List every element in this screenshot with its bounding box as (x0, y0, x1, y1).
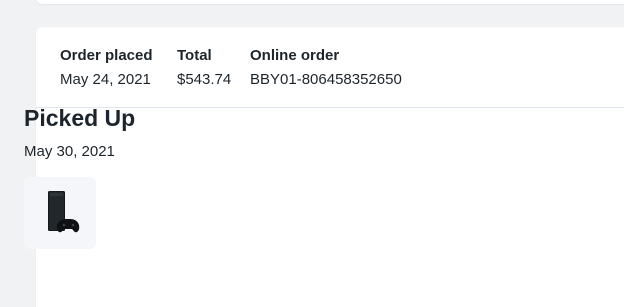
fulfillment-status: Picked Up May 30, 2021 (24, 104, 135, 161)
order-total-column: Total $543.74 (177, 47, 231, 89)
order-placed-date: May 24, 2021 (60, 71, 151, 88)
product-thumbnail[interactable] (24, 177, 96, 249)
online-order-label: Online order (250, 47, 340, 64)
previous-order-card (36, 0, 624, 4)
order-placed-label: Order placed (60, 47, 153, 64)
order-card: Order placed May 24, 2021 Total $543.74 … (36, 27, 624, 307)
status-date: May 30, 2021 (24, 143, 115, 160)
order-total-amount: $543.74 (177, 71, 232, 88)
online-order-column: Online order BBY01-806458352650 (250, 47, 402, 89)
status-title: Picked Up (24, 105, 136, 131)
order-summary-header: Order placed May 24, 2021 Total $543.74 … (36, 27, 624, 108)
order-placed-column: Order placed May 24, 2021 (60, 47, 153, 89)
game-console-icon (48, 191, 80, 233)
order-total-label: Total (177, 47, 212, 64)
online-order-number: BBY01-806458352650 (250, 71, 402, 88)
